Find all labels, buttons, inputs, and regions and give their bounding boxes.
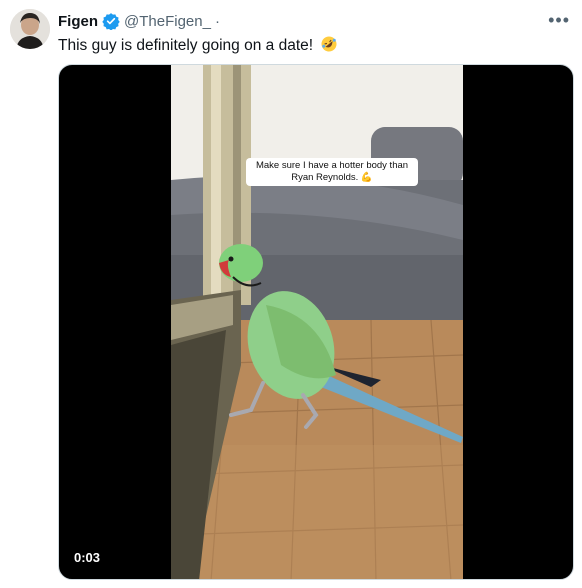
verified-badge-icon [102,13,120,30]
video-caption: Make sure I have a hotter body than Ryan… [246,158,418,186]
video-frame [171,65,463,579]
author-handle[interactable]: @TheFigen_ [124,13,211,30]
video-scene-parrot [171,65,463,579]
caption-line-2: Ryan Reynolds. [291,172,359,183]
more-options-icon[interactable]: ••• [548,10,570,31]
avatar-image [10,9,50,49]
video-player[interactable]: Make sure I have a hotter body than Ryan… [58,64,574,580]
author-name[interactable]: Figen [58,13,98,30]
tweet-header: Figen @TheFigen_ · [58,12,220,30]
author-avatar[interactable] [10,9,50,49]
caption-line-2-row: Ryan Reynolds. 💪 [249,172,415,184]
header-separator: · [214,12,220,30]
video-timestamp: 0:03 [69,548,106,567]
tweet-text-row: This guy is definitely going on a date! [58,35,338,56]
tweet-text: This guy is definitely going on a date! [58,37,314,54]
flexed-biceps-icon: 💪 [360,172,373,183]
rolling-laughing-emoji-icon [321,36,337,52]
caption-line-1: Make sure I have a hotter body than [255,160,409,171]
